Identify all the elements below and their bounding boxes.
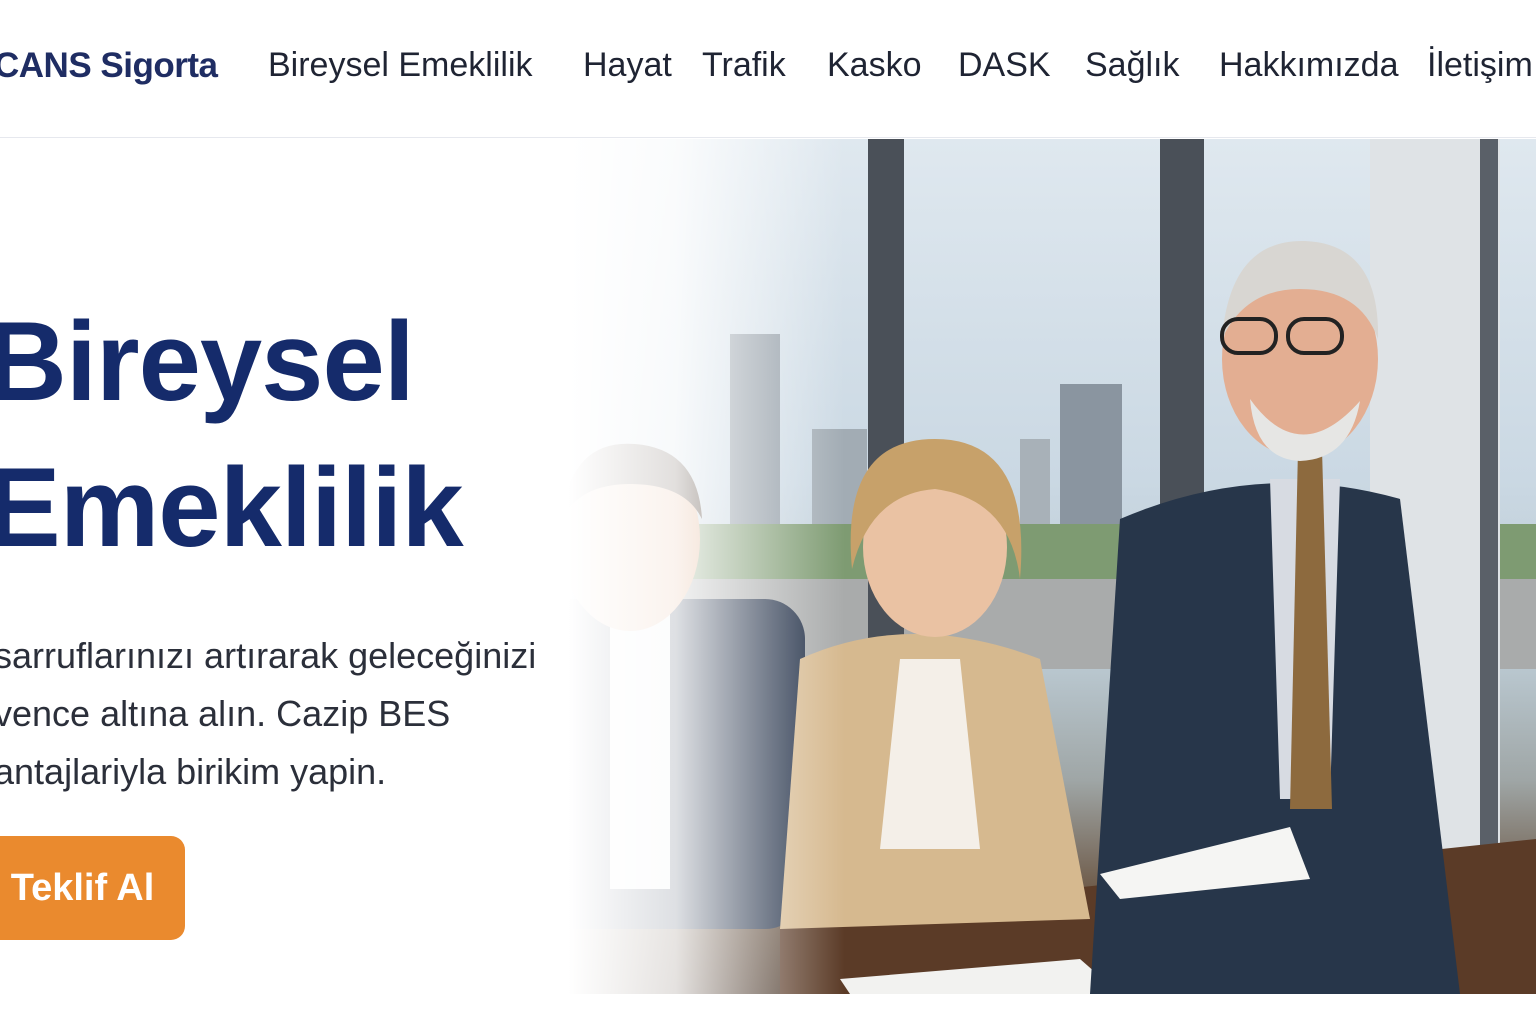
skyline-tower (1060, 384, 1122, 534)
nav-item-hayat[interactable]: Hayat (583, 46, 672, 85)
hero-illustration (535, 139, 1536, 994)
hero-description-line: antajlariyla birikim yapin. (0, 751, 387, 792)
nav-item-saglik[interactable]: Sağlık (1085, 46, 1180, 85)
hero-title-line: Bireysel (0, 299, 415, 424)
nav-item-bireysel-emeklilik[interactable]: Bireysel Emeklilik (268, 46, 533, 85)
hero-description-line: sarruflarınızı artırarak geleceğinizi (0, 635, 537, 676)
hero-description-line: vence altına alın. Cazip BES (0, 693, 451, 734)
hero-description: sarruflarınızı artırarak geleceğinizi ve… (0, 627, 594, 801)
hero-title: Bireysel Emeklilik (0, 289, 464, 581)
page: CANS Sigorta Bireysel Emeklilik Hayat Tr… (0, 0, 1536, 1024)
skyline-building (1020, 439, 1050, 534)
nav-item-trafik[interactable]: Trafik (702, 46, 786, 85)
top-navbar: CANS Sigorta Bireysel Emeklilik Hayat Tr… (0, 0, 1536, 138)
brand-logo-text[interactable]: CANS Sigorta (0, 46, 218, 86)
nav-item-hakkimizda[interactable]: Hakkımızda (1219, 46, 1399, 85)
nav-item-kasko[interactable]: Kasko (827, 46, 922, 85)
hero-photo-office-meeting (480, 139, 1536, 994)
nav-item-iletisim[interactable]: İletişim (1427, 46, 1533, 85)
nav-item-dask[interactable]: DASK (958, 46, 1051, 85)
hero-title-line: Emeklilik (0, 445, 464, 570)
hero-section: Bireysel Emeklilik sarruflarınızı artıra… (0, 139, 1536, 994)
skyline-tower (730, 334, 780, 534)
get-quote-button[interactable]: Teklif Al (0, 836, 185, 940)
